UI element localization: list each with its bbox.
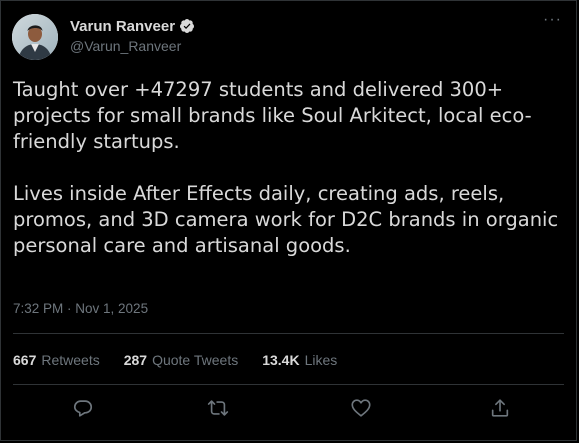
- quote-tweets-label: Quote Tweets: [152, 352, 239, 368]
- reply-icon: [73, 400, 93, 417]
- likes-label: Likes: [304, 352, 338, 368]
- tweet-card: Varun Ranveer @Varun_Ranveer ··· Taught …: [0, 0, 577, 441]
- more-options-icon[interactable]: ···: [543, 11, 562, 29]
- share-icon: [491, 399, 509, 417]
- retweet-button[interactable]: [207, 397, 231, 421]
- avatar-image: [12, 14, 58, 60]
- stats-row: 667 Retweets 287 Quote Tweets 13.4K Like…: [13, 352, 337, 368]
- display-name-row: Varun Ranveer: [70, 16, 195, 36]
- divider: [13, 384, 564, 385]
- retweets-stat[interactable]: 667 Retweets: [13, 352, 100, 368]
- verified-badge-icon: [180, 19, 195, 33]
- reply-button[interactable]: [72, 397, 96, 421]
- retweet-icon: [207, 400, 229, 416]
- divider: [13, 333, 564, 334]
- display-name[interactable]: Varun Ranveer: [70, 18, 175, 35]
- retweets-label: Retweets: [41, 352, 100, 368]
- likes-count: 13.4K: [262, 352, 300, 368]
- retweets-count: 667: [13, 352, 37, 368]
- like-button[interactable]: [350, 397, 374, 421]
- tweet-paragraph-2: Lives inside After Effects daily, creati…: [13, 182, 559, 257]
- tweet-paragraph-1: Taught over +47297 students and delivere…: [13, 78, 532, 153]
- timestamp[interactable]: 7:32 PM · Nov 1, 2025: [13, 301, 148, 316]
- action-bar: [1, 397, 576, 425]
- quote-tweets-count: 287: [123, 352, 148, 368]
- likes-stat[interactable]: 13.4K Likes: [262, 352, 337, 368]
- handle[interactable]: @Varun_Ranveer: [70, 38, 195, 54]
- author-block: Varun Ranveer @Varun_Ranveer: [70, 16, 195, 54]
- like-icon: [351, 399, 371, 417]
- share-button[interactable]: [489, 397, 513, 421]
- avatar[interactable]: [12, 14, 58, 60]
- quote-tweets-stat[interactable]: 287 Quote Tweets: [124, 352, 239, 368]
- tweet-text: Taught over +47297 students and delivere…: [13, 77, 563, 259]
